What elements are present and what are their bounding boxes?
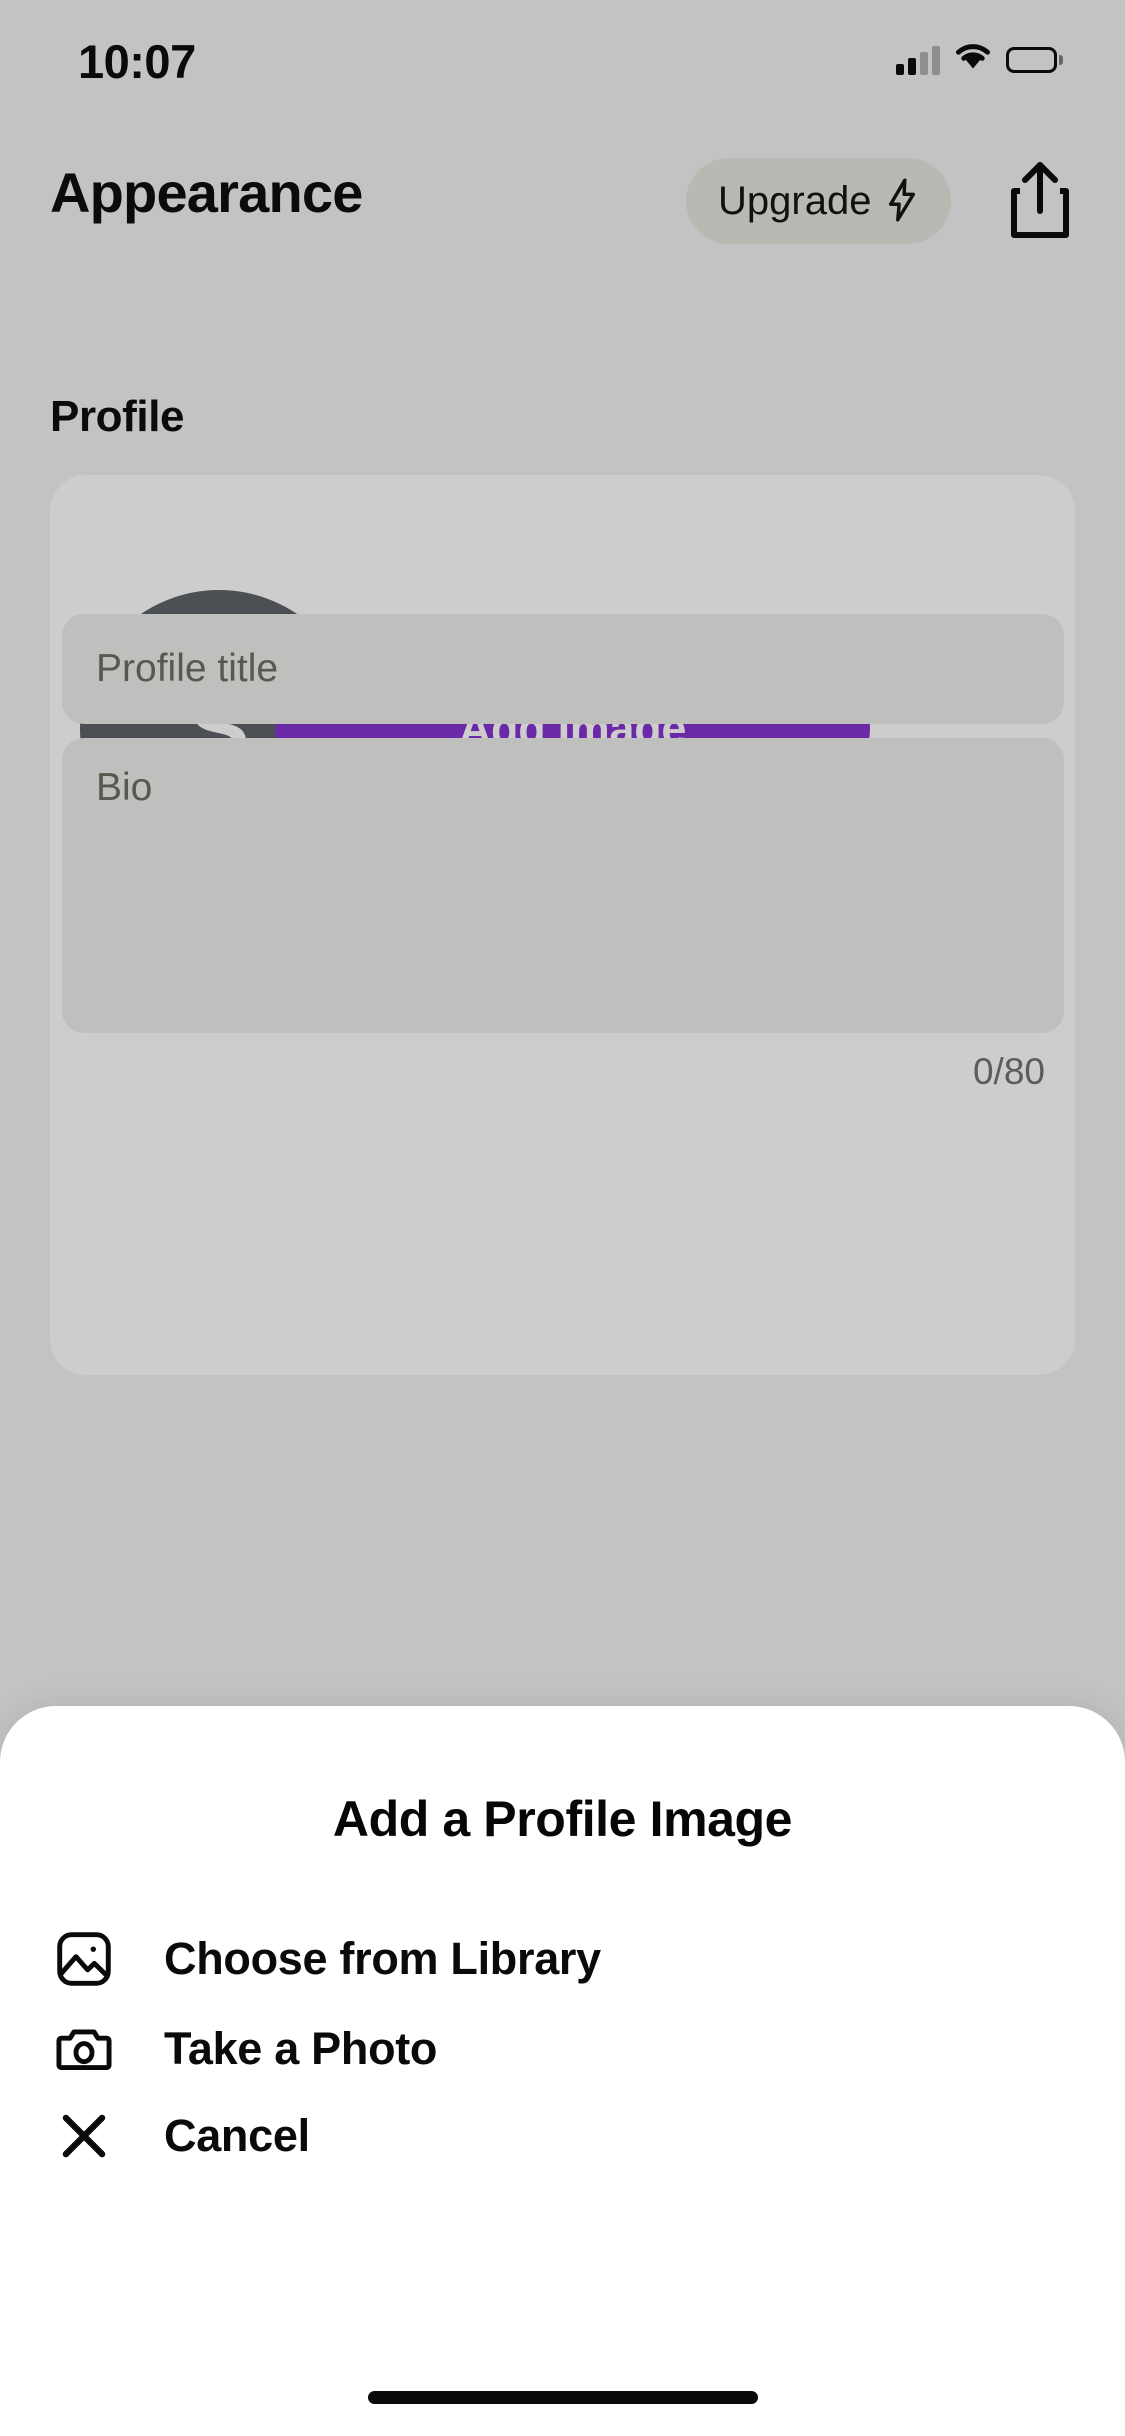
profile-section-heading: Profile bbox=[50, 392, 185, 441]
battery-icon bbox=[1006, 46, 1063, 73]
profile-title-input[interactable] bbox=[62, 614, 1064, 724]
sheet-option-cancel[interactable]: Cancel bbox=[0, 2081, 1125, 2191]
status-bar-time: 10:07 bbox=[78, 35, 196, 88]
wifi-icon bbox=[954, 42, 992, 77]
profile-card: S Add Image 0/80 bbox=[50, 475, 1075, 1375]
lightning-bolt-icon bbox=[885, 177, 919, 226]
sheet-title: Add a Profile Image bbox=[332, 1791, 793, 1847]
upgrade-button-label: Upgrade bbox=[718, 178, 872, 223]
bio-input[interactable] bbox=[62, 738, 1064, 1033]
phone-screen: 10:07 Appearance Upgrade Profile S Add I… bbox=[0, 0, 1125, 2436]
add-profile-image-sheet: Add a Profile Image Choose from Library … bbox=[0, 1706, 1125, 2436]
share-button[interactable] bbox=[1000, 160, 1080, 244]
status-bar: 10:07 bbox=[0, 0, 1125, 132]
photo-library-icon bbox=[46, 1921, 122, 1997]
share-icon bbox=[1011, 161, 1069, 238]
cellular-signal-icon bbox=[896, 45, 940, 75]
bio-char-counter: 0/80 bbox=[972, 1051, 1045, 1092]
camera-icon bbox=[46, 2011, 122, 2087]
upgrade-button[interactable]: Upgrade bbox=[686, 158, 952, 244]
nav-header: Appearance Upgrade bbox=[0, 152, 1125, 262]
close-x-icon bbox=[46, 2098, 122, 2174]
sheet-option-label: Take a Photo bbox=[164, 2023, 438, 2074]
home-indicator bbox=[367, 2391, 758, 2404]
page-title: Appearance bbox=[50, 161, 363, 224]
sheet-option-label: Cancel bbox=[164, 2110, 310, 2161]
status-bar-indicators bbox=[896, 42, 1063, 77]
sheet-option-label: Choose from Library bbox=[164, 1933, 601, 1984]
